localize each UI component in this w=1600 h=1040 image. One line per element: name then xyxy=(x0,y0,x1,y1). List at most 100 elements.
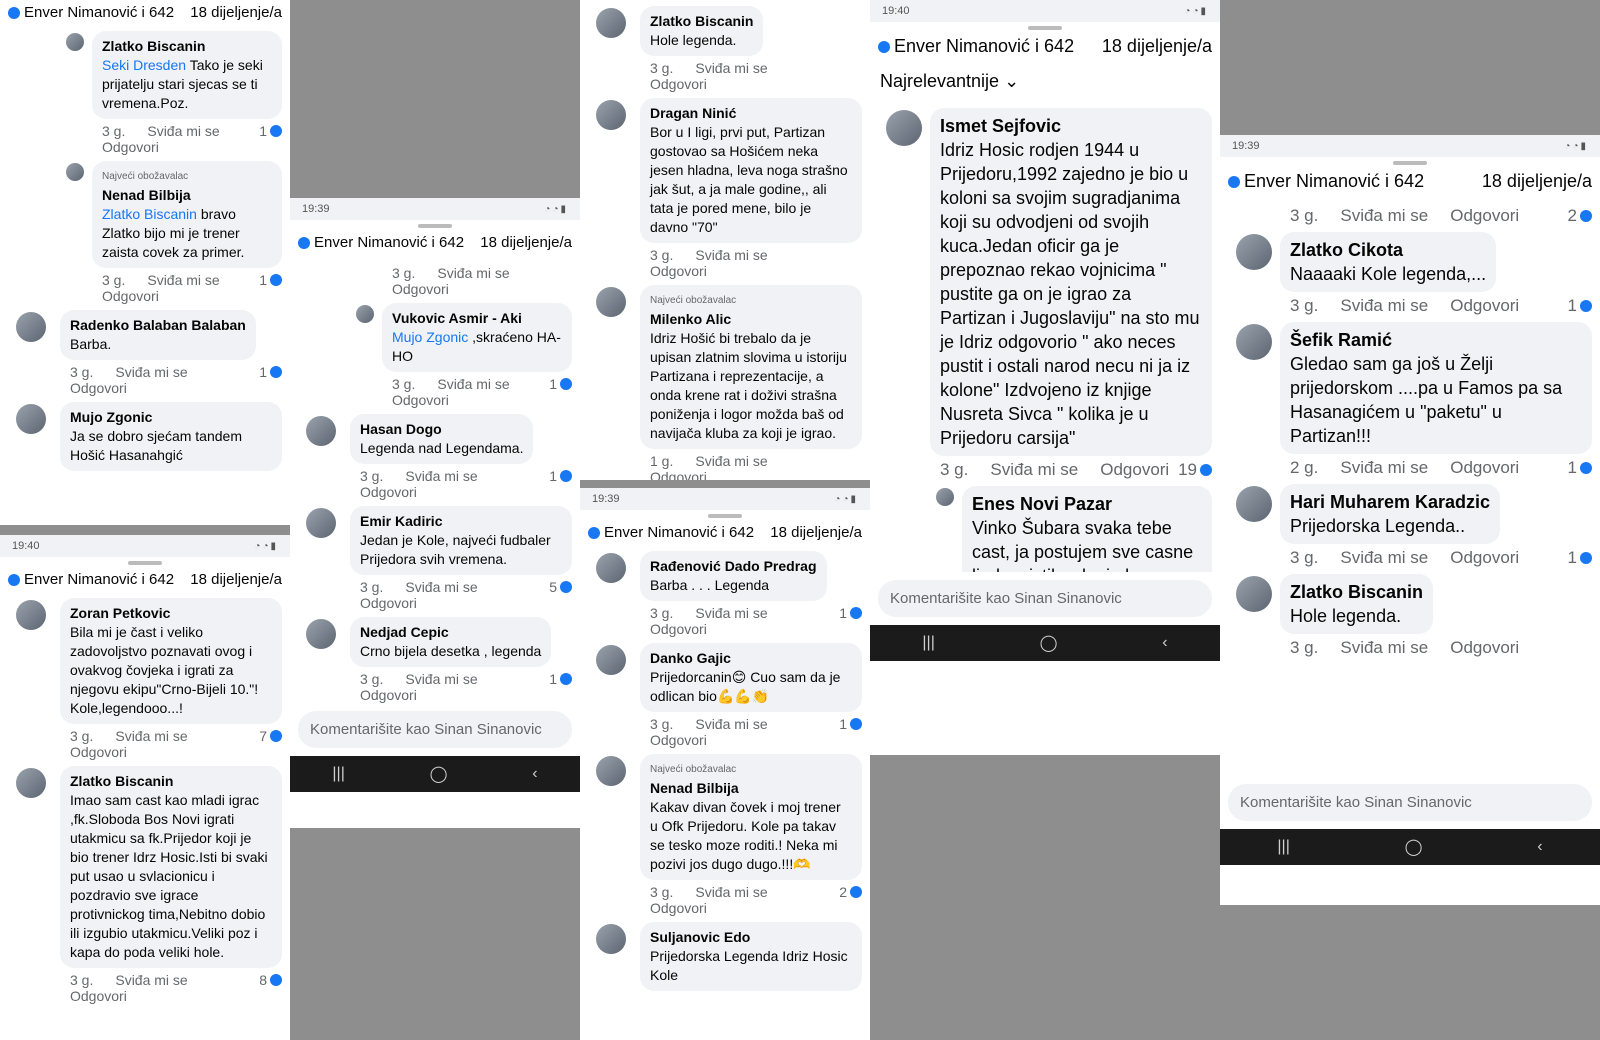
like-button[interactable]: Sviđa mi se xyxy=(405,468,477,484)
reply-button[interactable]: Odgovori xyxy=(70,744,127,760)
reaction-count[interactable]: 1 xyxy=(1568,296,1592,316)
author-name[interactable]: Enes Novi Pazar xyxy=(972,492,1202,516)
like-button[interactable]: Sviđa mi se xyxy=(405,671,477,687)
reply-button[interactable]: Odgovori xyxy=(650,621,707,637)
back-icon[interactable]: ‹ xyxy=(532,765,537,783)
avatar[interactable] xyxy=(306,416,336,446)
author-name[interactable]: Suljanovic Edo xyxy=(650,928,852,947)
reaction-count[interactable]: 1 xyxy=(259,364,282,380)
author-name[interactable]: Zlatko Biscanin xyxy=(70,772,272,791)
avatar[interactable] xyxy=(16,404,46,434)
avatar[interactable] xyxy=(1236,324,1272,360)
avatar[interactable] xyxy=(306,619,336,649)
avatar[interactable] xyxy=(596,645,626,675)
reaction-count[interactable]: 1 xyxy=(259,123,282,139)
like-button[interactable]: Sviđa mi se xyxy=(1340,206,1428,226)
like-button[interactable]: Sviđa mi se xyxy=(115,972,187,988)
author-name[interactable]: Nenad Bilbija xyxy=(650,779,852,798)
author-name[interactable]: Zlatko Biscanin xyxy=(102,37,272,56)
avatar[interactable] xyxy=(1236,486,1272,522)
like-button[interactable]: Sviđa mi se xyxy=(990,460,1078,480)
like-button[interactable]: Sviđa mi se xyxy=(115,364,187,380)
reply-button[interactable]: Odgovori xyxy=(1450,548,1519,568)
recents-icon[interactable]: ||| xyxy=(332,765,344,783)
avatar[interactable] xyxy=(306,508,336,538)
reply-button[interactable]: Odgovori xyxy=(360,687,417,703)
mention-link[interactable]: Zlatko Biscanin xyxy=(102,206,197,222)
reaction-count[interactable]: 2 xyxy=(839,884,862,900)
reply-button[interactable]: Odgovori xyxy=(360,484,417,500)
author-name[interactable]: Mujo Zgonic xyxy=(70,408,272,427)
reply-button[interactable]: Odgovori xyxy=(650,263,707,279)
avatar[interactable] xyxy=(886,110,922,146)
drag-handle[interactable] xyxy=(128,561,162,565)
comment-input[interactable]: Komentarišite kao Sinan Sinanovic xyxy=(298,711,572,748)
reaction-count[interactable]: 1 xyxy=(549,376,572,392)
like-button[interactable]: Sviđa mi se xyxy=(437,265,509,281)
avatar[interactable] xyxy=(1236,234,1272,270)
avatar[interactable] xyxy=(16,768,46,798)
reply-button[interactable]: Odgovori xyxy=(360,595,417,611)
author-name[interactable]: Šefik Ramić xyxy=(1290,328,1582,352)
author-name[interactable]: Milenko Alic xyxy=(650,310,852,329)
reaction-count[interactable]: 7 xyxy=(259,728,282,744)
reply-button[interactable]: Odgovori xyxy=(1450,458,1519,478)
reply-button[interactable]: Odgovori xyxy=(1450,206,1519,226)
avatar[interactable] xyxy=(1236,576,1272,612)
like-button[interactable]: Sviđa mi se xyxy=(1340,548,1428,568)
reply-button[interactable]: Odgovori xyxy=(70,988,127,1004)
reaction-count[interactable]: 1 xyxy=(549,468,572,484)
reply-button[interactable]: Odgovori xyxy=(1450,638,1519,658)
reply-button[interactable]: Odgovori xyxy=(650,469,707,480)
reply-button[interactable]: Odgovori xyxy=(650,732,707,748)
avatar[interactable] xyxy=(66,163,84,181)
reaction-count[interactable]: 1 xyxy=(1568,548,1592,568)
avatar[interactable] xyxy=(596,553,626,583)
like-button[interactable]: Sviđa mi se xyxy=(147,272,219,288)
author-name[interactable]: Nedjad Cepic xyxy=(360,623,541,642)
author-name[interactable]: Zlatko Biscanin xyxy=(1290,580,1423,604)
like-button[interactable]: Sviđa mi se xyxy=(437,376,509,392)
reply-button[interactable]: Odgovori xyxy=(650,76,707,92)
reply-button[interactable]: Odgovori xyxy=(392,392,449,408)
author-name[interactable]: Emir Kadiric xyxy=(360,512,562,531)
comment-input[interactable]: Komentarišite kao Sinan Sinanovic xyxy=(878,580,1212,617)
like-button[interactable]: Sviđa mi se xyxy=(115,728,187,744)
author-name[interactable]: Danko Gajic xyxy=(650,649,852,668)
avatar[interactable] xyxy=(356,305,374,323)
author-name[interactable]: Rađenović Dado Predrag xyxy=(650,557,817,576)
reaction-count[interactable]: 1 xyxy=(839,605,862,621)
like-button[interactable]: Sviđa mi se xyxy=(695,247,767,263)
drag-handle[interactable] xyxy=(418,224,452,228)
author-name[interactable]: Vukovic Asmir - Aki xyxy=(392,309,562,328)
like-button[interactable]: Sviđa mi se xyxy=(1340,638,1428,658)
reaction-count[interactable]: 1 xyxy=(549,671,572,687)
comment-input[interactable]: Komentarišite kao Sinan Sinanovic xyxy=(1228,784,1592,821)
reply-button[interactable]: Odgovori xyxy=(1100,460,1169,480)
author-name[interactable]: Ismet Sejfovic xyxy=(940,114,1202,138)
home-icon[interactable]: ◯ xyxy=(1405,837,1423,857)
author-name[interactable]: Hari Muharem Karadzic xyxy=(1290,490,1490,514)
avatar[interactable] xyxy=(596,756,626,786)
like-button[interactable]: Sviđa mi se xyxy=(405,579,477,595)
like-button[interactable]: Sviđa mi se xyxy=(695,716,767,732)
drag-handle[interactable] xyxy=(1028,26,1062,30)
home-icon[interactable]: ◯ xyxy=(430,764,448,784)
author-name[interactable]: Hasan Dogo xyxy=(360,420,523,439)
author-name[interactable]: Zlatko Cikota xyxy=(1290,238,1486,262)
avatar[interactable] xyxy=(16,312,46,342)
home-icon[interactable]: ◯ xyxy=(1040,633,1058,653)
reaction-count[interactable]: 8 xyxy=(259,972,282,988)
drag-handle[interactable] xyxy=(708,514,742,518)
reply-button[interactable]: Odgovori xyxy=(70,380,127,396)
avatar[interactable] xyxy=(66,33,84,51)
avatar[interactable] xyxy=(936,488,954,506)
reply-button[interactable]: Odgovori xyxy=(392,281,449,297)
like-button[interactable]: Sviđa mi se xyxy=(695,453,767,469)
reaction-count[interactable]: 5 xyxy=(549,579,572,595)
reaction-count[interactable]: 2 xyxy=(1568,206,1592,226)
reply-button[interactable]: Odgovori xyxy=(102,139,159,155)
author-name[interactable]: Nenad Bilbija xyxy=(102,186,272,205)
back-icon[interactable]: ‹ xyxy=(1537,838,1542,856)
mention-link[interactable]: Mujo Zgonic xyxy=(392,329,468,345)
